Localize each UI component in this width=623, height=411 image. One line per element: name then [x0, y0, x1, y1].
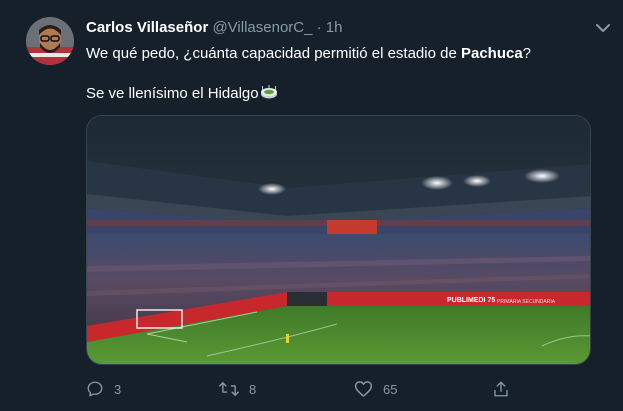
reply-count: 3 [114, 381, 122, 397]
ad-board-subtext: PRIMARIA SECUNDARIA [497, 299, 556, 305]
stadium-emoji-icon [260, 85, 277, 99]
stadium-photo: PUBLIMEDI 75 PRIMARIA SECUNDARIA [87, 116, 590, 364]
ad-board-text: PUBLIMEDI 75 [447, 297, 495, 304]
tweet-actions: 3 8 65 [86, 378, 508, 400]
tweet-text-line-2: Se ve llenísimo el Hidalgo [86, 84, 606, 104]
like-icon [354, 381, 373, 397]
tweet-text-part2: ? [522, 45, 532, 62]
reply-icon [87, 381, 103, 397]
retweet-icon [219, 382, 239, 396]
avatar-image [26, 17, 74, 65]
more-options-icon[interactable] [592, 17, 614, 39]
like-count: 65 [383, 381, 398, 397]
tweet-text: We qué pedo, ¿cuánta capacidad permitió … [86, 44, 606, 104]
retweet-button[interactable]: 8 [219, 378, 256, 400]
separator-dot: · [316, 19, 322, 36]
like-button[interactable]: 65 [354, 378, 397, 400]
tweet-time[interactable]: 1h [326, 19, 343, 36]
retweet-count: 8 [249, 381, 257, 397]
reply-button[interactable]: 3 [86, 378, 121, 400]
tweet-card[interactable]: Carlos Villaseñor @VillasenorC_ · 1h We … [0, 0, 623, 411]
tweet-text-line2-text: Se ve llenísimo el Hidalgo [86, 85, 259, 102]
share-button[interactable] [492, 378, 510, 400]
tweet-text-part1: We qué pedo, ¿cuánta capacidad permitió … [86, 45, 461, 62]
tweet-text-bold: Pachuca [460, 45, 523, 62]
avatar[interactable] [26, 17, 74, 65]
author-name[interactable]: Carlos Villaseñor [86, 19, 208, 36]
tweet-image[interactable]: PUBLIMEDI 75 PRIMARIA SECUNDARIA [86, 115, 591, 365]
tweet-header: Carlos Villaseñor @VillasenorC_ · 1h [86, 19, 342, 37]
tweet-text-line-1: We qué pedo, ¿cuánta capacidad permitió … [86, 44, 606, 64]
author-handle[interactable]: @VillasenorC_ [212, 19, 312, 36]
share-icon [494, 381, 508, 397]
